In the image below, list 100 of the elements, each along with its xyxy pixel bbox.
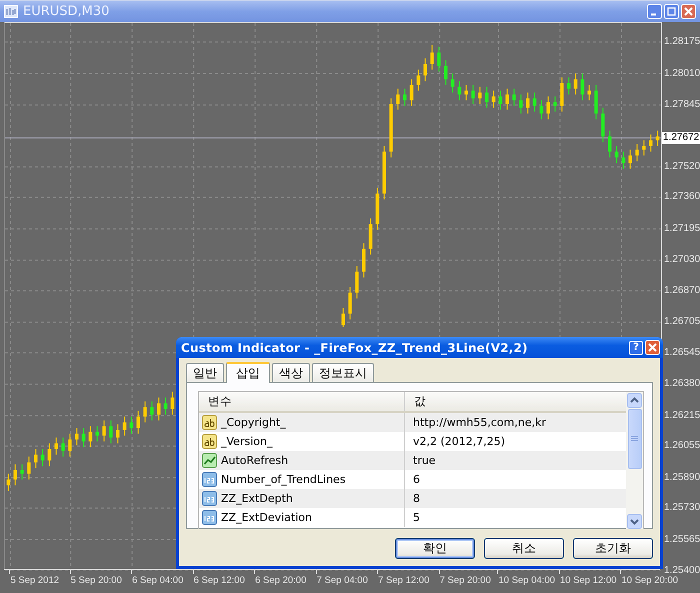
parameter-value[interactable]: v2,2 (2012,7,25) [405,435,506,448]
candle-wick [514,88,515,106]
scroll-down-icon[interactable] [627,514,642,529]
maximize-icon[interactable] [664,4,679,19]
candle-wick [438,46,440,72]
candle-body [368,224,372,249]
candle-body [437,52,441,66]
dialog-button[interactable]: 초기화 [573,538,653,559]
candle-wick [14,464,16,486]
time-label: 10 Sep 12:00 [560,575,617,586]
candle-body [27,462,31,474]
candle-body [430,52,434,64]
candle-wick [540,100,542,120]
candle-body [560,83,564,106]
candle-wick [534,92,536,112]
candle-body [608,136,612,152]
parameter-value[interactable]: 5 [405,511,420,524]
candle-wick [83,428,84,448]
candle-wick [96,426,98,442]
text-type-icon [202,434,217,449]
candle-wick [418,69,419,92]
candle-wick [56,437,57,456]
candle-wick [616,145,618,164]
candle-wick [130,416,132,434]
candle-wick [342,307,344,328]
minimize-icon[interactable] [647,4,662,19]
candle-wick [493,90,494,108]
candle-wick [432,44,433,70]
price-label: 1.27030 [663,254,700,266]
candle-wick [76,428,78,446]
candle-wick [602,107,604,143]
candle-wick [124,416,126,436]
time-label: 6 Sep 12:00 [194,575,245,586]
tab[interactable]: 정보표시 [312,363,374,382]
candle-wick [657,130,658,146]
candle-wick [636,144,638,162]
candle-wick [424,58,426,82]
candle-wick [609,130,610,158]
parameter-name: AutoRefresh [221,454,288,467]
dialog-button[interactable]: 취소 [484,538,564,559]
text-type-icon [202,415,217,430]
price-label: 1.26215 [663,410,700,422]
time-label: 5 Sep 2012 [10,575,60,586]
candle-wick [588,84,590,101]
close-icon[interactable] [645,340,660,355]
candle-wick [363,242,364,278]
current-price-label: 1.27672 [662,132,700,144]
dialog-title: Custom Indicator - _FireFox_ZZ_Trend_3Line(V2,2) [181,340,529,354]
candle-wick [520,94,522,114]
candle-wick [62,437,64,458]
column-header[interactable]: 값 [405,392,426,411]
price-label: 1.26705 [663,316,700,328]
tab[interactable]: 일반 [186,363,224,382]
candle-wick [110,420,112,444]
candle-wick [561,76,562,112]
parameter-value[interactable]: 6 [405,473,420,486]
column-header[interactable]: 변수 [199,392,405,411]
close-icon[interactable] [681,4,696,19]
candle-wick [486,86,488,108]
candle-body [157,403,160,415]
candle-body [109,426,113,438]
help-button[interactable]: ? [629,340,643,354]
candle-body [588,90,591,94]
candle-wick [527,92,528,114]
candle-body [376,194,380,224]
candle-wick [445,60,446,86]
price-label: 1.27195 [663,222,700,235]
parameter-value[interactable]: true [405,454,436,467]
parameter-name: Number_of_TrendLines [221,473,346,486]
tab[interactable]: 색상 [272,363,310,382]
candle-wick [28,456,30,480]
candle-wick [144,400,146,423]
candle-wick [622,151,624,170]
tab[interactable]: 삽입 [226,362,270,383]
candle-wick [472,84,474,104]
parameter-value[interactable]: 8 [405,492,420,505]
candle-body [342,314,345,326]
candle-wick [554,96,556,112]
chart-window-icon [4,5,18,18]
candle-body [68,439,72,451]
candle-wick [42,448,44,467]
candle-wick [165,397,166,416]
parameter-value[interactable]: http://wmh55,com,ne,kr [405,416,546,429]
candle-wick [117,424,118,444]
candle-wick [458,80,460,101]
candle-wick [356,266,358,299]
dialog-button[interactable]: 확인 [395,538,475,559]
candle-body [553,102,557,106]
scrollbar-thumb[interactable] [628,409,642,469]
candle-wick [138,410,139,434]
time-label: 7 Sep 20:00 [440,575,491,586]
candle-body [382,152,386,194]
scroll-up-icon[interactable] [627,393,642,408]
parameter-name: _Version_ [221,435,272,448]
candle-wick [404,88,406,106]
candle-body [410,84,414,100]
time-label: 6 Sep 04:00 [132,575,184,586]
candle-wick [397,88,398,110]
boolean-type-icon [202,453,217,468]
candle-body [601,114,605,136]
